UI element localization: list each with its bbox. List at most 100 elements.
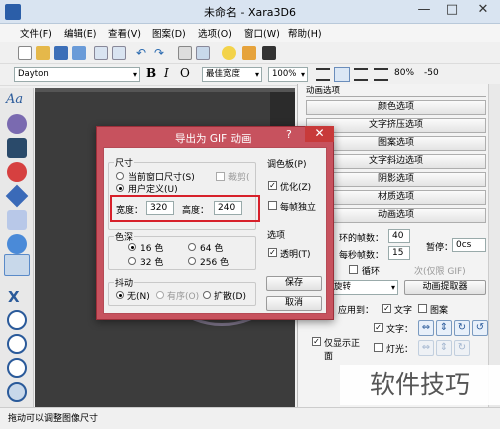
- color-tool-icon[interactable]: [7, 114, 27, 134]
- color-64-radio[interactable]: [188, 243, 196, 251]
- loop-checkbox[interactable]: [349, 265, 358, 274]
- menu-edit[interactable]: 编辑(E): [64, 26, 96, 40]
- offset-value[interactable]: -50: [424, 68, 439, 78]
- shape-tool-icon[interactable]: [7, 210, 27, 230]
- pause-input[interactable]: 0cs: [452, 238, 486, 252]
- rotate-tool-2-icon[interactable]: [7, 334, 27, 354]
- width-mode-select[interactable]: 最佳宽度: [202, 67, 262, 82]
- close-window-button[interactable]: ✕: [466, 0, 500, 20]
- dither-diffuse-label: 扩散(D): [214, 292, 246, 302]
- rotate-tool-4-icon[interactable]: [7, 382, 27, 402]
- align-center-icon[interactable]: [334, 67, 350, 82]
- left-toolbar: Aa X: [0, 88, 34, 408]
- rotate-x-icon[interactable]: X: [8, 288, 20, 306]
- menu-file[interactable]: 文件(F): [20, 26, 52, 40]
- rotate-tool-1-icon[interactable]: [7, 310, 27, 330]
- spacing-value[interactable]: 80%: [394, 68, 414, 78]
- rotate-x-axis-icon[interactable]: ⇕: [436, 320, 452, 336]
- bold-button[interactable]: B: [146, 66, 156, 80]
- cut-icon[interactable]: [94, 46, 108, 60]
- apply-pattern-checkbox[interactable]: [418, 304, 427, 313]
- apply-text-checkbox[interactable]: ✓: [382, 304, 391, 313]
- crop-label: 裁剪(: [228, 173, 250, 183]
- menu-window[interactable]: 窗口(W): [244, 26, 280, 40]
- dialog-help-button[interactable]: ?: [286, 128, 292, 141]
- side-panel-scrollbar[interactable]: [488, 84, 500, 407]
- show-front-only-label: 仅显示正面: [324, 339, 361, 362]
- brush-icon[interactable]: [242, 46, 256, 60]
- color-32-radio[interactable]: [128, 257, 136, 265]
- menu-design[interactable]: 图案(D): [152, 26, 186, 40]
- animation-extractor-button[interactable]: 动画提取器: [404, 280, 486, 295]
- align-left-icon[interactable]: [316, 68, 330, 81]
- custom-size-radio[interactable]: [116, 184, 124, 192]
- color-256-radio[interactable]: [188, 257, 196, 265]
- animation-type-select[interactable]: 旋转: [330, 280, 398, 295]
- light-rotate-z-icon[interactable]: ↻: [454, 340, 470, 356]
- undo-icon[interactable]: ↶: [136, 46, 150, 60]
- extrude-tool-icon[interactable]: [7, 138, 27, 158]
- zoom-select[interactable]: 100%: [268, 67, 308, 82]
- text-rotate-label: 文字：: [386, 325, 414, 335]
- format-toolbar: Dayton B I O 最佳宽度 100% 80% -50: [0, 64, 500, 86]
- color-options-button[interactable]: 颜色选项: [306, 100, 486, 115]
- menu-help[interactable]: 帮助(H): [288, 26, 322, 40]
- height-input[interactable]: 240: [214, 201, 242, 215]
- fps-input[interactable]: 15: [388, 246, 410, 260]
- dialog-close-button[interactable]: ✕: [305, 126, 334, 142]
- menu-view[interactable]: 查看(V): [108, 26, 141, 40]
- page-icon[interactable]: [178, 46, 192, 60]
- light-rotate-checkbox[interactable]: [374, 343, 383, 352]
- frames-input[interactable]: 40: [388, 229, 410, 243]
- rotate-z-icon[interactable]: ↻: [454, 320, 470, 336]
- rotate-free-icon[interactable]: ↺: [472, 320, 488, 336]
- light-tool-icon[interactable]: [5, 184, 29, 208]
- italic-button[interactable]: I: [164, 66, 169, 80]
- minimize-button[interactable]: —: [410, 0, 438, 20]
- dither-none-radio[interactable]: [116, 291, 124, 299]
- dither-diffuse-radio[interactable]: [203, 291, 211, 299]
- save-button[interactable]: 保存: [266, 276, 322, 291]
- open-icon[interactable]: [36, 46, 50, 60]
- save-icon[interactable]: [54, 46, 68, 60]
- text-tool-icon[interactable]: Aa: [6, 92, 23, 107]
- color-16-radio[interactable]: [128, 243, 136, 251]
- redo-icon[interactable]: ↷: [154, 46, 168, 60]
- maximize-button[interactable]: □: [438, 0, 466, 20]
- per-frame-label: 每帧独立: [280, 203, 317, 213]
- new-icon[interactable]: [18, 46, 32, 60]
- align-justify-icon[interactable]: [374, 68, 388, 81]
- dither-label: 抖动: [114, 276, 135, 289]
- width-input[interactable]: 320: [146, 201, 174, 215]
- rotate-tool-3-icon[interactable]: [7, 358, 27, 378]
- text-box-icon[interactable]: [196, 46, 210, 60]
- dither-ordered-radio[interactable]: [156, 291, 164, 299]
- optimize-label: 优化(Z): [280, 183, 312, 193]
- screen-icon[interactable]: [262, 46, 276, 60]
- color-64-label: 64 色: [200, 244, 224, 254]
- font-select[interactable]: Dayton: [14, 67, 140, 82]
- per-frame-checkbox[interactable]: [268, 201, 277, 210]
- transparent-checkbox[interactable]: ✓: [268, 248, 277, 257]
- outline-button[interactable]: O: [180, 66, 190, 80]
- export-icon[interactable]: [72, 46, 86, 60]
- animation-tool-icon[interactable]: [4, 254, 30, 276]
- crop-checkbox[interactable]: [216, 172, 225, 181]
- copy-icon[interactable]: [112, 46, 126, 60]
- menu-options[interactable]: 选项(O): [198, 26, 232, 40]
- cancel-button[interactable]: 取消: [266, 296, 322, 311]
- text-rotate-checkbox[interactable]: ✓: [374, 323, 383, 332]
- align-right-icon[interactable]: [354, 68, 368, 81]
- light-rotate-x-icon[interactable]: ⇕: [436, 340, 452, 356]
- bevel-tool-icon[interactable]: [7, 162, 27, 182]
- optimize-checkbox[interactable]: ✓: [268, 181, 277, 190]
- current-size-radio[interactable]: [116, 172, 124, 180]
- show-front-only-checkbox[interactable]: ✓: [312, 337, 321, 346]
- sphere-tool-icon[interactable]: [7, 234, 27, 254]
- rotate-y-icon[interactable]: ⇔: [418, 320, 434, 336]
- color-16-label: 16 色: [140, 244, 164, 254]
- frames-label: 环的帧数：: [339, 234, 385, 244]
- loop-label: 循环: [362, 267, 381, 277]
- light-bulb-icon[interactable]: [222, 46, 236, 60]
- light-rotate-y-icon[interactable]: ⇔: [418, 340, 434, 356]
